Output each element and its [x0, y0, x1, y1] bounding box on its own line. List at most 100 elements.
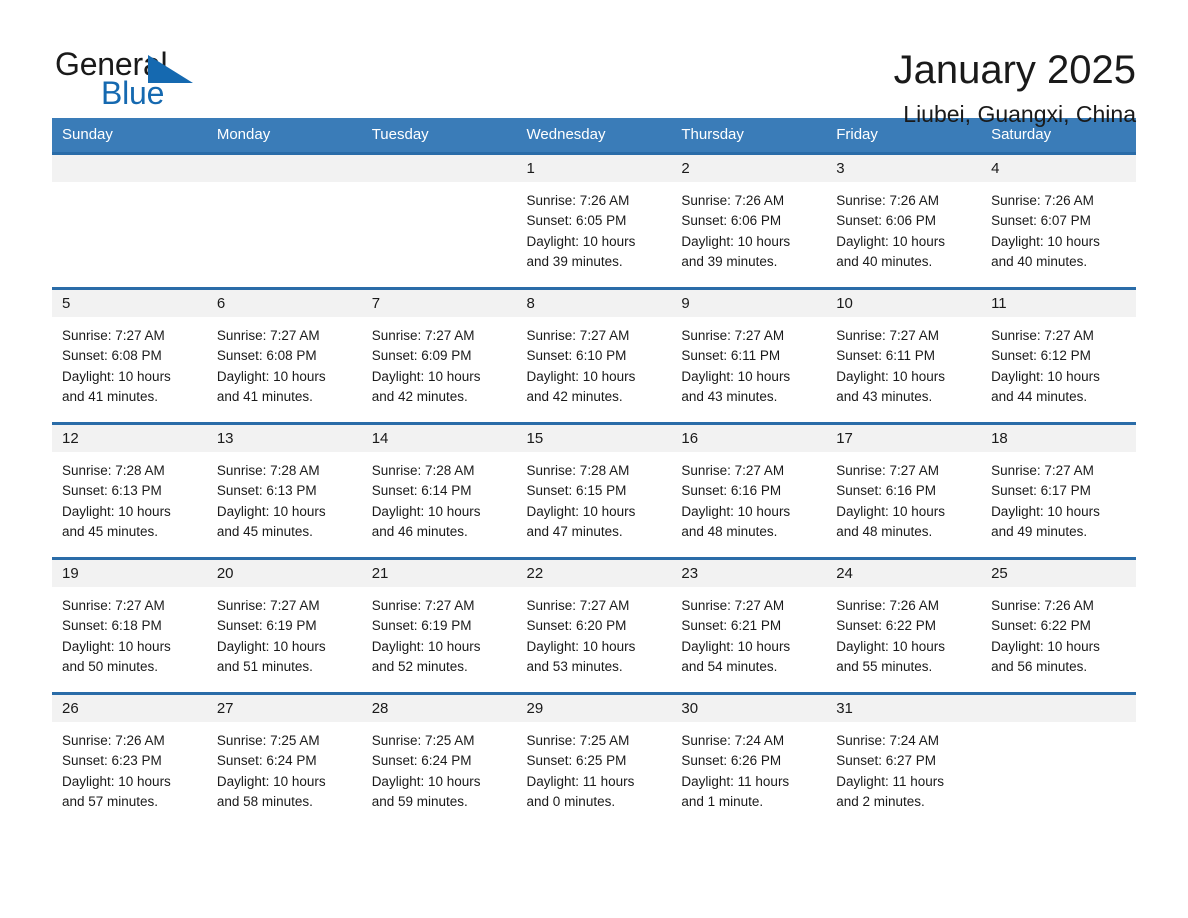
daylight-duration-line1: Daylight: 10 hours: [371, 773, 481, 789]
day-details: Sunrise: 7:26 AM Sunset: 6:05 PM Daylight:…: [517, 182, 672, 272]
calendar-day-cell[interactable]: 4 Sunrise: 7:26 AM Sunset: 6:07 PM Daylight…: [981, 152, 1136, 289]
calendar-page: General Blue January 2025 Liubei, Guangx…: [0, 0, 1188, 918]
daylight-duration-line2: and 59 minutes.: [371, 793, 468, 809]
calendar-week-row: 1 Sunrise: 7:26 AM Sunset: 6:05 PM Daylight…: [52, 152, 1136, 289]
daylight-duration-line2: and 2 minutes.: [836, 793, 925, 809]
sunrise-time: Sunrise: 7:27 AM: [371, 598, 475, 613]
day-number: 15: [516, 425, 672, 452]
day-details: Sunrise: 7:27 AM Sunset: 6:12 PM Daylight:…: [981, 317, 1136, 407]
calendar-day-cell[interactable]: 14 Sunrise: 7:28 AM Sunset: 6:14 PM Dayligh…: [361, 422, 517, 559]
daylight-duration-line2: and 48 minutes.: [681, 523, 778, 539]
day-details: Sunrise: 7:27 AM Sunset: 6:16 PM Daylight:…: [671, 452, 826, 542]
day-number: 28: [361, 695, 517, 722]
calendar-day-cell[interactable]: 9 Sunrise: 7:27 AM Sunset: 6:11 PM Daylight…: [671, 287, 827, 424]
weekday-header-tuesday: Tuesday: [361, 118, 517, 154]
day-number: 17: [826, 425, 982, 452]
daylight-duration-line1: Daylight: 11 hours: [836, 773, 945, 789]
sunrise-time: Sunrise: 7:25 AM: [371, 733, 475, 748]
sunrise-time: Sunrise: 7:27 AM: [371, 328, 475, 343]
daylight-duration-line1: Daylight: 10 hours: [991, 638, 1100, 654]
sunrise-time: Sunrise: 7:26 AM: [991, 193, 1094, 208]
calendar-day-cell[interactable]: 10 Sunrise: 7:27 AM Sunset: 6:11 PM Dayligh…: [826, 287, 982, 424]
daylight-duration-line2: and 45 minutes.: [62, 523, 159, 539]
calendar-day-cell[interactable]: 20 Sunrise: 7:27 AM Sunset: 6:19 PM Dayligh…: [206, 557, 362, 694]
calendar-day-cell[interactable]: 17 Sunrise: 7:27 AM Sunset: 6:16 PM Dayligh…: [826, 422, 982, 559]
daylight-duration-line1: Daylight: 10 hours: [371, 638, 481, 654]
day-details: Sunrise: 7:25 AM Sunset: 6:25 PM Daylight:…: [517, 722, 672, 812]
sunrise-time: Sunrise: 7:28 AM: [371, 463, 475, 478]
daylight-duration-line2: and 40 minutes.: [836, 253, 933, 269]
daylight-duration-line1: Daylight: 10 hours: [991, 233, 1100, 249]
daylight-duration-line1: Daylight: 10 hours: [216, 503, 326, 519]
calendar-day-cell[interactable]: 31 Sunrise: 7:24 AM Sunset: 6:27 PM Dayligh…: [826, 692, 982, 829]
sunset-time: Sunset: 6:16 PM: [836, 483, 937, 499]
daylight-duration-line1: Daylight: 11 hours: [681, 773, 790, 789]
day-details: Sunrise: 7:25 AM Sunset: 6:24 PM Daylight:…: [207, 722, 362, 812]
calendar-day-cell[interactable]: 27 Sunrise: 7:25 AM Sunset: 6:24 PM Dayligh…: [206, 692, 362, 829]
day-number: 16: [671, 425, 827, 452]
day-details: Sunrise: 7:27 AM Sunset: 6:10 PM Daylight:…: [517, 317, 672, 407]
calendar-day-cell[interactable]: 19 Sunrise: 7:27 AM Sunset: 6:18 PM Dayligh…: [52, 557, 207, 694]
sunrise-time: Sunrise: 7:27 AM: [836, 463, 940, 478]
calendar-day-cell[interactable]: 15 Sunrise: 7:28 AM Sunset: 6:15 PM Dayligh…: [516, 422, 672, 559]
day-number: [361, 155, 517, 182]
calendar-week-row: 12 Sunrise: 7:28 AM Sunset: 6:13 PM Dayligh…: [52, 422, 1136, 559]
calendar-day-cell[interactable]: 22 Sunrise: 7:27 AM Sunset: 6:20 PM Dayligh…: [516, 557, 672, 694]
calendar-day-cell[interactable]: 3 Sunrise: 7:26 AM Sunset: 6:06 PM Daylight…: [826, 152, 982, 289]
day-details: Sunrise: 7:28 AM Sunset: 6:13 PM Daylight:…: [52, 452, 207, 542]
sunset-time: Sunset: 6:11 PM: [836, 348, 936, 364]
sunrise-time: Sunrise: 7:28 AM: [62, 463, 165, 478]
sunset-time: Sunset: 6:15 PM: [526, 483, 627, 499]
calendar-day-cell[interactable]: 1 Sunrise: 7:26 AM Sunset: 6:05 PM Daylight…: [516, 152, 672, 289]
calendar-day-cell[interactable]: 25 Sunrise: 7:26 AM Sunset: 6:22 PM Dayligh…: [981, 557, 1136, 694]
calendar-day-cell-empty: [361, 152, 517, 289]
sunset-time: Sunset: 6:23 PM: [62, 753, 162, 769]
sunset-time: Sunset: 6:13 PM: [62, 483, 162, 499]
location-subtitle: Liubei, Guangxi, China: [903, 100, 1136, 127]
daylight-duration-line2: and 47 minutes.: [526, 523, 623, 539]
calendar-day-cell[interactable]: 23 Sunrise: 7:27 AM Sunset: 6:21 PM Dayligh…: [671, 557, 827, 694]
daylight-duration-line1: Daylight: 10 hours: [371, 368, 481, 384]
calendar-day-cell[interactable]: 21 Sunrise: 7:27 AM Sunset: 6:19 PM Dayligh…: [361, 557, 517, 694]
daylight-duration-line1: Daylight: 10 hours: [526, 233, 636, 249]
calendar-day-cell[interactable]: 12 Sunrise: 7:28 AM Sunset: 6:13 PM Dayligh…: [52, 422, 207, 559]
calendar-day-cell[interactable]: 28 Sunrise: 7:25 AM Sunset: 6:24 PM Dayligh…: [361, 692, 517, 829]
day-number: 8: [516, 290, 672, 317]
day-number: 18: [981, 425, 1136, 452]
calendar-day-cell[interactable]: 2 Sunrise: 7:26 AM Sunset: 6:06 PM Daylight…: [671, 152, 827, 289]
calendar-day-cell[interactable]: 16 Sunrise: 7:27 AM Sunset: 6:16 PM Dayligh…: [671, 422, 827, 559]
daylight-duration-line2: and 49 minutes.: [991, 523, 1088, 539]
day-number: [206, 155, 362, 182]
calendar-day-cell[interactable]: 24 Sunrise: 7:26 AM Sunset: 6:22 PM Dayligh…: [826, 557, 982, 694]
sunrise-time: Sunrise: 7:27 AM: [216, 598, 320, 613]
day-details: Sunrise: 7:28 AM Sunset: 6:14 PM Daylight:…: [362, 452, 517, 542]
daylight-duration-line1: Daylight: 10 hours: [681, 638, 791, 654]
daylight-duration-line2: and 39 minutes.: [681, 253, 778, 269]
sunrise-time: Sunrise: 7:24 AM: [836, 733, 940, 748]
daylight-duration-line1: Daylight: 10 hours: [991, 503, 1100, 519]
calendar-day-cell[interactable]: 29 Sunrise: 7:25 AM Sunset: 6:25 PM Dayligh…: [516, 692, 672, 829]
daylight-duration-line2: and 55 minutes.: [836, 658, 933, 674]
sunset-time: Sunset: 6:24 PM: [216, 753, 317, 769]
calendar-day-cell[interactable]: 18 Sunrise: 7:27 AM Sunset: 6:17 PM Dayligh…: [981, 422, 1136, 559]
calendar-day-cell[interactable]: 11 Sunrise: 7:27 AM Sunset: 6:12 PM Dayligh…: [981, 287, 1136, 424]
calendar-day-cell[interactable]: 30 Sunrise: 7:24 AM Sunset: 6:26 PM Dayligh…: [671, 692, 827, 829]
calendar-body: 1 Sunrise: 7:26 AM Sunset: 6:05 PM Daylight…: [52, 152, 1136, 829]
calendar-day-cell[interactable]: 8 Sunrise: 7:27 AM Sunset: 6:10 PM Daylight…: [516, 287, 672, 424]
day-details: Sunrise: 7:26 AM Sunset: 6:06 PM Daylight:…: [826, 182, 981, 272]
calendar-day-cell[interactable]: 7 Sunrise: 7:27 AM Sunset: 6:09 PM Daylight…: [361, 287, 517, 424]
general-blue-logo: General Blue: [52, 46, 202, 118]
calendar-day-cell[interactable]: 13 Sunrise: 7:28 AM Sunset: 6:13 PM Dayligh…: [206, 422, 362, 559]
daylight-duration-line2: and 41 minutes.: [216, 388, 313, 404]
day-number: 26: [52, 695, 207, 722]
daylight-duration-line1: Daylight: 10 hours: [836, 503, 946, 519]
calendar-day-cell[interactable]: 6 Sunrise: 7:27 AM Sunset: 6:08 PM Daylight…: [206, 287, 362, 424]
calendar-day-cell[interactable]: 5 Sunrise: 7:27 AM Sunset: 6:08 PM Daylight…: [52, 287, 207, 424]
sunrise-time: Sunrise: 7:26 AM: [991, 598, 1094, 613]
day-number: 23: [671, 560, 827, 587]
day-details: Sunrise: 7:27 AM Sunset: 6:09 PM Daylight:…: [362, 317, 517, 407]
calendar-day-cell-empty: [206, 152, 362, 289]
day-number: 25: [981, 560, 1136, 587]
calendar-day-cell[interactable]: 26 Sunrise: 7:26 AM Sunset: 6:23 PM Dayligh…: [52, 692, 207, 829]
sunset-time: Sunset: 6:08 PM: [62, 348, 162, 364]
